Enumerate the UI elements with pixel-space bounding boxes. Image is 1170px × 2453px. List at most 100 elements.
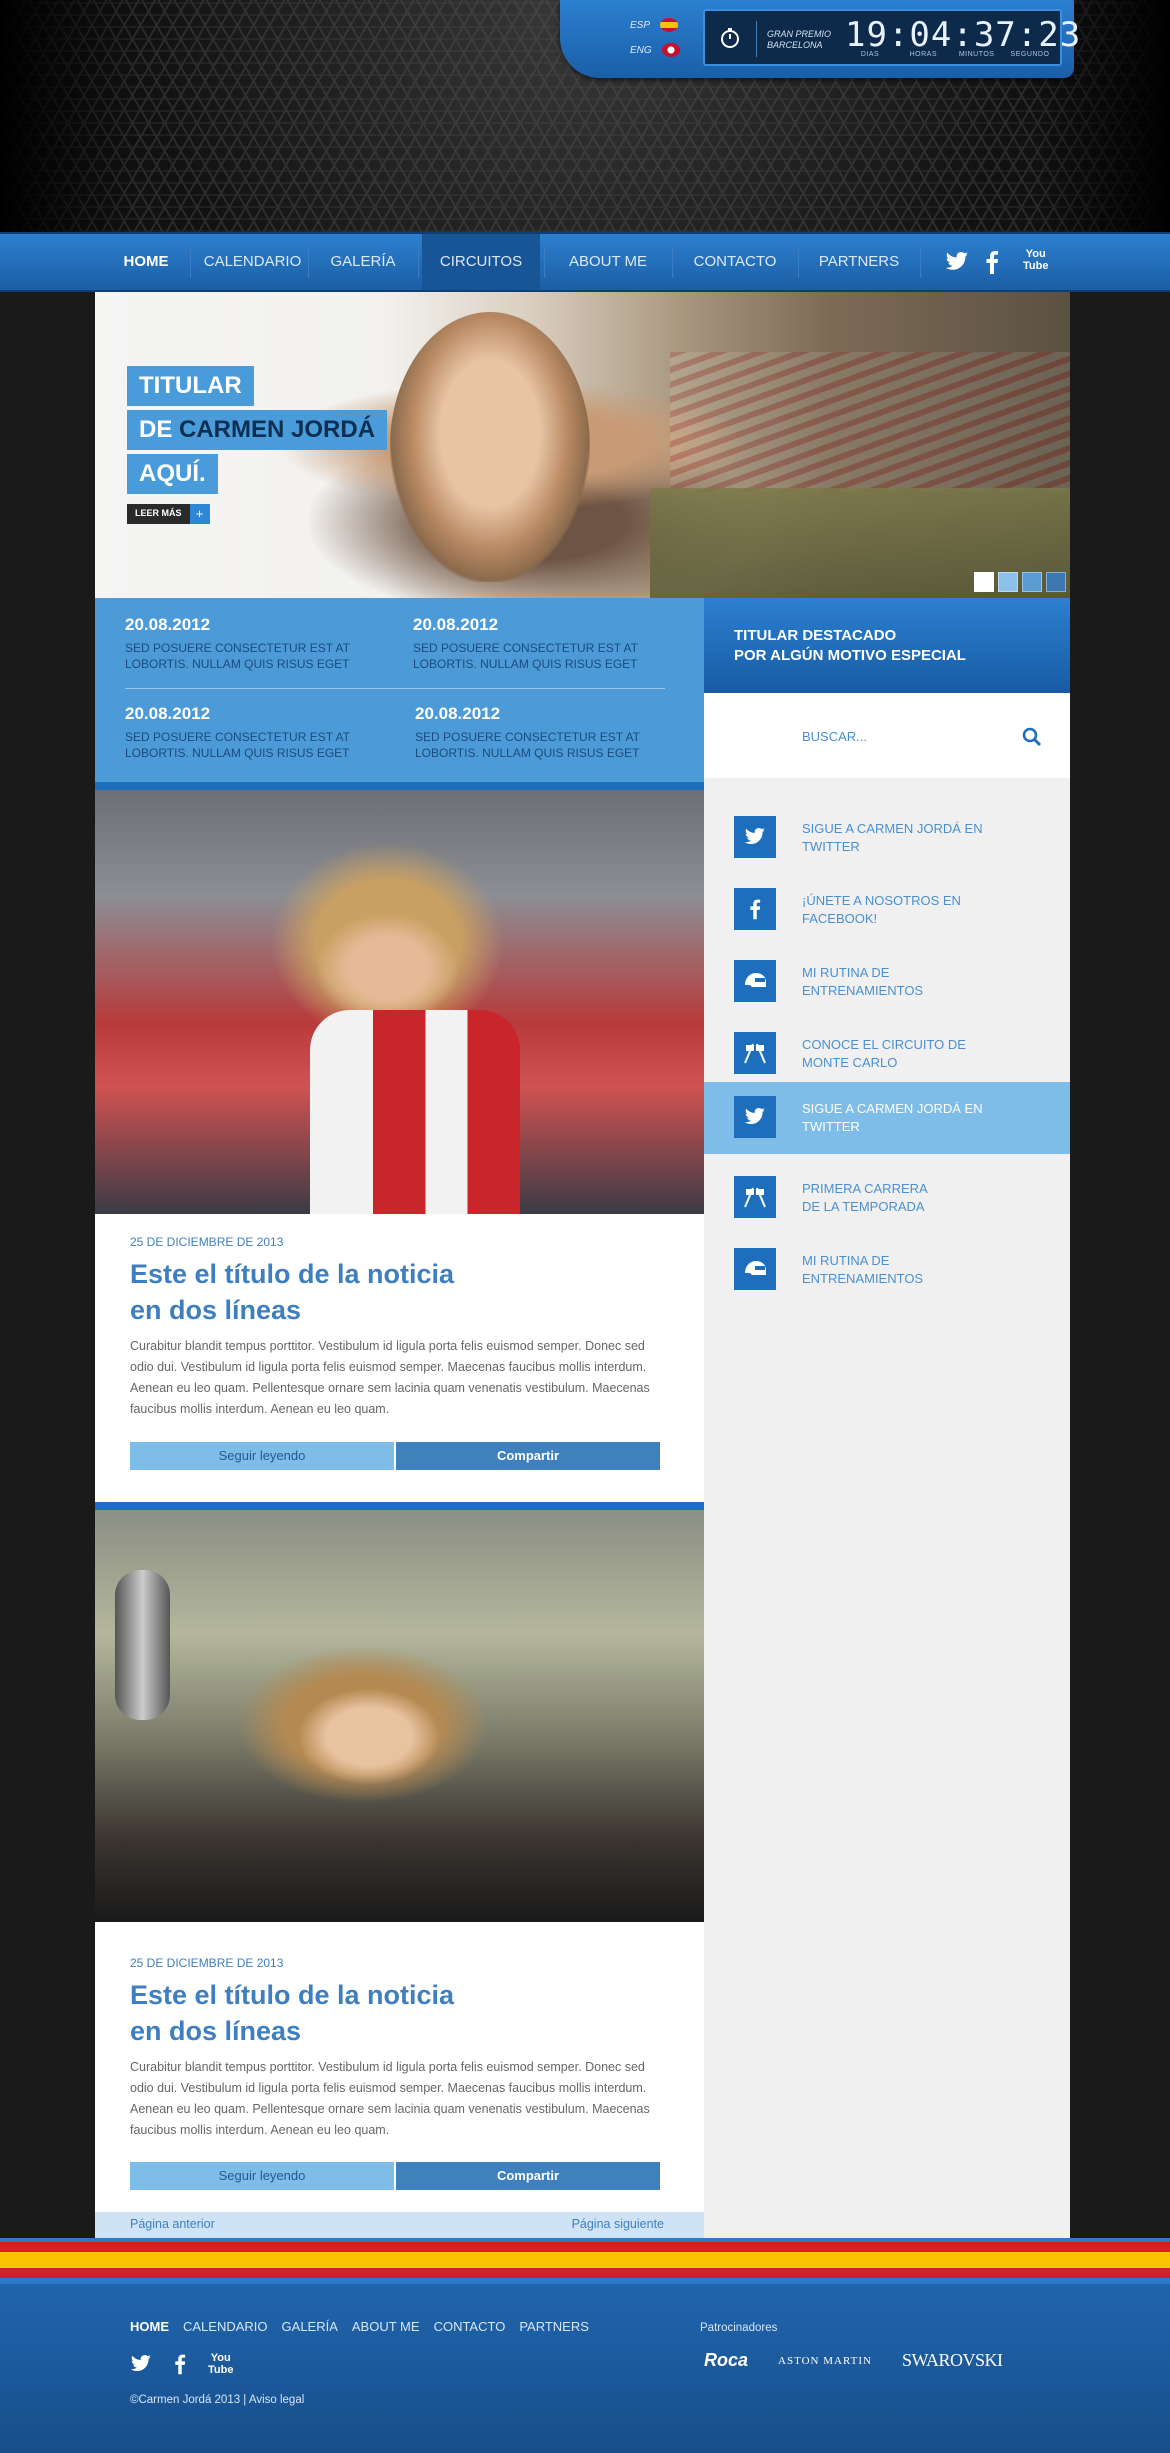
article-title[interactable]: Este el título de la noticia en dos líne… (130, 1977, 550, 2049)
facebook-icon[interactable] (174, 2353, 186, 2375)
spain-flag-icon (660, 18, 679, 32)
countdown-label-minutes: MINUTOS (958, 51, 995, 58)
language-esp[interactable]: ESP (630, 18, 679, 32)
footer-nav-home[interactable]: HOME (130, 2319, 169, 2334)
nav-galeria[interactable]: GALERÍA (312, 234, 414, 290)
footer-nav-contacto[interactable]: CONTACTO (434, 2319, 506, 2334)
nav-about-me[interactable]: ABOUT ME (548, 234, 668, 290)
continue-reading-button[interactable]: Seguir leyendo (130, 2162, 394, 2190)
news-strip-item[interactable]: 20.08.2012 SED POSUERE CONSECTETUR EST A… (125, 615, 375, 672)
search-input[interactable] (802, 725, 1002, 747)
sponsor-swarovski-logo[interactable]: SWAROVSKI (902, 2350, 1003, 2371)
twitter-icon[interactable] (130, 2355, 152, 2373)
sidebar-item-monte-carlo[interactable]: CONOCE EL CIRCUITO DE MONTE CARLO (704, 1018, 1070, 1090)
article-title-line2: en dos líneas (130, 2016, 302, 2046)
microphone-graphic (115, 1570, 170, 1720)
sidebar-item-label-line2: TWITTER (802, 839, 860, 854)
countdown-divider (756, 21, 757, 57)
sidebar-item-facebook[interactable]: ¡ÚNETE A NOSOTROS EN FACEBOOK! (704, 874, 1070, 946)
youtube-icon[interactable]: You Tube (1023, 248, 1048, 272)
sidebar-item-label-line1: SIGUE A CARMEN JORDÁ EN (802, 821, 983, 836)
countdown-unit-labels: DIAS HORAS MINUTOS SEGUNDO (845, 51, 1055, 58)
twitter-icon[interactable] (945, 252, 969, 272)
sidebar-item-label-line2: FACEBOOK! (802, 911, 878, 926)
slider-dot-4[interactable] (1046, 572, 1066, 592)
nav-contacto[interactable]: CONTACTO (676, 234, 794, 290)
stopwatch-icon (721, 28, 739, 48)
sidebar-item-training[interactable]: MI RUTINA DE ENTRENAMIENTOS (704, 1234, 1070, 1306)
footer-nav-about-me[interactable]: ABOUT ME (352, 2319, 420, 2334)
article-title[interactable]: Este el título de la noticia en dos líne… (130, 1256, 550, 1328)
slider-dot-2[interactable] (998, 572, 1018, 592)
footer-nav-partners[interactable]: PARTNERS (519, 2319, 589, 2334)
hero-headline-prefix: DE (139, 416, 180, 443)
news-strip-item[interactable]: 20.08.2012 SED POSUERE CONSECTETUR EST A… (415, 704, 665, 761)
sidebar-item-label: SIGUE A CARMEN JORDÁ EN TWITTER (802, 1100, 1012, 1136)
continue-reading-button[interactable]: Seguir leyendo (130, 1442, 394, 1470)
sidebar-item-training[interactable]: MI RUTINA DE ENTRENAMIENTOS (704, 946, 1070, 1018)
footer-nav-calendario[interactable]: CALENDARIO (183, 2319, 268, 2334)
copyright-text[interactable]: ©Carmen Jordá 2013 | Aviso legal (130, 2394, 304, 2406)
sponsor-roca-logo[interactable]: Roca (704, 2350, 748, 2371)
sidebar-item-label-line1: MI RUTINA DE (802, 1253, 890, 1268)
sidebar-item-twitter[interactable]: SIGUE A CARMEN JORDÁ EN TWITTER (704, 802, 1070, 874)
search-icon[interactable] (1022, 727, 1042, 747)
twitter-icon (734, 1096, 776, 1138)
hero-headline-line3: AQUÍ. (127, 454, 218, 494)
hero-headline-line1: TITULAR (127, 366, 254, 406)
plus-icon: + (189, 504, 210, 524)
countdown-event: GRAN PREMIO BARCELONA (767, 29, 831, 51)
nav-separator (308, 246, 309, 278)
read-more-button[interactable]: LEER MÁS + (127, 504, 210, 524)
sponsor-aston-martin-logo[interactable]: ASTON MARTIN (778, 2355, 872, 2367)
flags-icon (734, 1176, 776, 1218)
news-strip-divider (125, 688, 665, 689)
sidebar-item-first-race[interactable]: PRIMERA CARRERA DE LA TEMPORADA (704, 1162, 1070, 1234)
top-info-bar: ESP ENG GRAN PREMIO BARCELONA 19:04:37:2… (560, 0, 1080, 78)
article-image-radio-studio (95, 1510, 704, 1922)
twitter-icon (734, 816, 776, 858)
hero-headline-line2: DE CARMEN JORDÁ (127, 410, 388, 450)
sidebar-item-label: MI RUTINA DE ENTRENAMIENTOS (802, 1252, 1012, 1288)
language-eng[interactable]: ENG (630, 43, 680, 57)
previous-page-link[interactable]: Página anterior (130, 2217, 215, 2231)
nav-partners[interactable]: PARTNERS (802, 234, 916, 290)
facebook-icon[interactable] (985, 250, 999, 274)
sidebar-item-label-line1: CONOCE EL CIRCUITO DE (802, 1037, 966, 1052)
sidebar-item-label: CONOCE EL CIRCUITO DE MONTE CARLO (802, 1036, 1012, 1072)
sidebar-item-label-line2: ENTRENAMIENTOS (802, 1271, 924, 1286)
next-page-link[interactable]: Página siguiente (572, 2217, 664, 2231)
slider-dot-1[interactable] (974, 572, 994, 592)
news-strip-text: SED POSUERE CONSECTETUR EST AT LOBORTIS.… (125, 730, 350, 760)
youtube-nav-line1: You (1025, 248, 1046, 260)
nav-calendario[interactable]: CALENDARIO (195, 234, 310, 290)
footer-navigation: HOME CALENDARIO GALERÍA ABOUT ME CONTACT… (130, 2319, 589, 2334)
nav-separator (190, 246, 191, 278)
language-eng-label: ENG (630, 44, 652, 56)
youtube-icon[interactable]: You Tube (208, 2352, 233, 2376)
slider-dot-3[interactable] (1022, 572, 1042, 592)
sidebar-featured-heading[interactable]: TITULAR DESTACADO POR ALGÚN MOTIVO ESPEC… (704, 598, 1070, 693)
youtube-footer-line2: Tube (208, 2364, 234, 2376)
footer-nav-galeria[interactable]: GALERÍA (282, 2319, 338, 2334)
news-strip-item[interactable]: 20.08.2012 SED POSUERE CONSECTETUR EST A… (125, 704, 375, 761)
news-strip: 20.08.2012 SED POSUERE CONSECTETUR EST A… (95, 598, 704, 786)
read-more-label: LEER MÁS (127, 504, 190, 524)
sidebar-item-label: PRIMERA CARRERA DE LA TEMPORADA (802, 1180, 1012, 1216)
sidebar-item-twitter-selected[interactable]: SIGUE A CARMEN JORDÁ EN TWITTER (704, 1082, 1070, 1154)
nav-circuitos[interactable]: CIRCUITOS (422, 234, 540, 290)
england-flag-icon (661, 43, 680, 57)
nav-home[interactable]: HOME (107, 234, 185, 290)
article-title-line2: en dos líneas (130, 1295, 302, 1325)
spanish-flag-stripes (0, 2238, 1170, 2284)
helmet-icon (734, 1248, 776, 1290)
news-strip-item[interactable]: 20.08.2012 SED POSUERE CONSECTETUR EST A… (413, 615, 663, 672)
share-button[interactable]: Compartir (396, 1442, 660, 1470)
slider-dots (974, 572, 1066, 592)
share-button[interactable]: Compartir (396, 2162, 660, 2190)
hero-grandstand-image (670, 352, 1070, 492)
sidebar-item-label: SIGUE A CARMEN JORDÁ EN TWITTER (802, 820, 1012, 856)
sidebar-item-label: ¡ÚNETE A NOSOTROS EN FACEBOOK! (802, 892, 1012, 928)
sidebar-item-label-line1: MI RUTINA DE (802, 965, 890, 980)
sidebar-heading-line1: TITULAR DESTACADO (734, 627, 897, 644)
